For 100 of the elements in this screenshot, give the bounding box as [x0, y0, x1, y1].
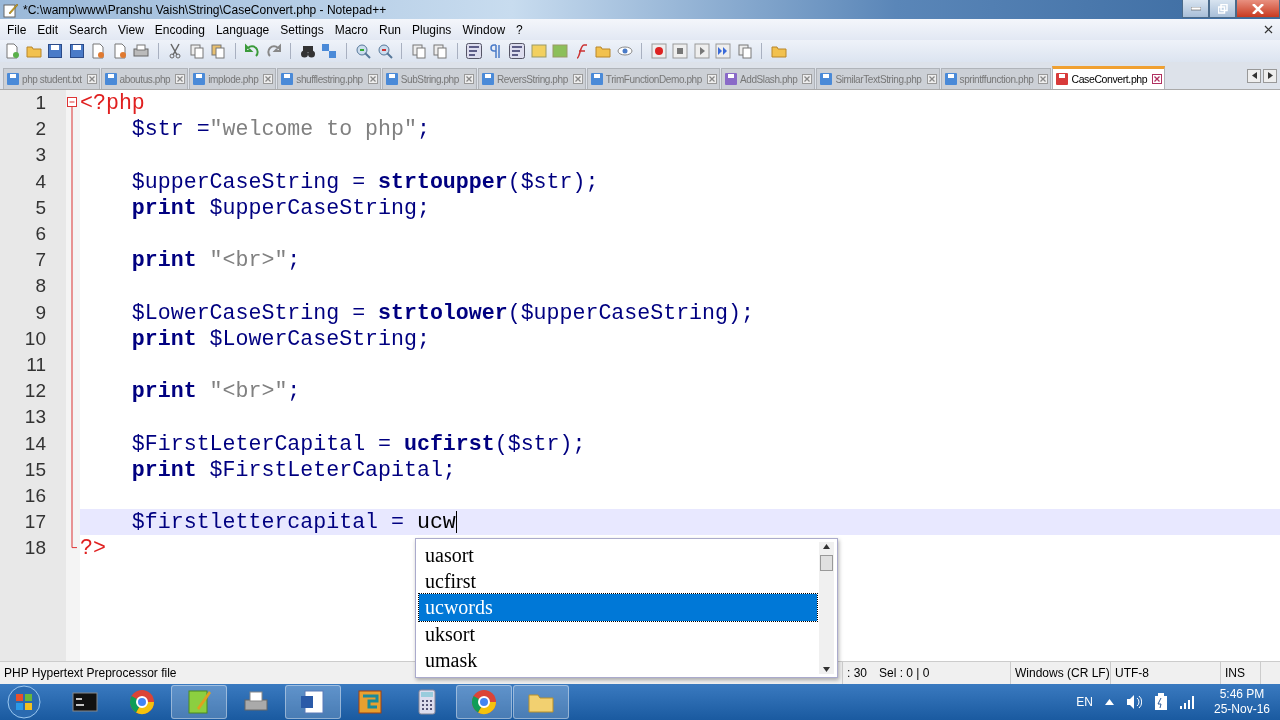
close-icon — [1252, 3, 1264, 14]
speaker-icon[interactable] — [1125, 694, 1142, 710]
close-tab-icon[interactable] — [1152, 74, 1163, 84]
line-number: 12 — [23, 380, 46, 403]
save-icon[interactable] — [47, 43, 63, 59]
line-number: 6 — [34, 223, 46, 246]
close-tab-icon[interactable] — [463, 74, 474, 84]
window-icon[interactable] — [410, 43, 427, 59]
menu-item[interactable]: File — [1, 22, 32, 37]
wrap-icon[interactable] — [466, 43, 482, 59]
scroll-right-button[interactable] — [1263, 68, 1277, 83]
menu-item[interactable]: Encoding — [148, 22, 210, 37]
autocomplete-item[interactable]: ucfirst — [419, 568, 817, 595]
close-tab-icon[interactable] — [926, 74, 937, 84]
printer-icon[interactable] — [133, 43, 149, 59]
close-tab-icon[interactable] — [706, 74, 717, 84]
folder-taskbar-button[interactable] — [513, 685, 569, 719]
browser-taskbar-button[interactable] — [456, 685, 512, 719]
up-arrow-icon[interactable] — [823, 544, 830, 549]
battery-icon[interactable] — [1153, 693, 1168, 711]
save-icon[interactable] — [68, 43, 85, 59]
menu-item[interactable]: Search — [63, 22, 113, 37]
line-number: 17 — [23, 511, 46, 534]
eye-icon[interactable] — [616, 43, 633, 59]
zoom-out-icon[interactable] — [376, 43, 393, 59]
fast-forward-icon[interactable] — [715, 43, 731, 59]
open-folder-icon[interactable] — [25, 43, 42, 59]
window-icon[interactable] — [432, 43, 448, 59]
record-icon[interactable] — [650, 43, 667, 59]
close-tab-icon[interactable] — [367, 74, 378, 84]
redo-icon[interactable] — [265, 43, 282, 59]
folder-icon[interactable] — [595, 43, 611, 59]
down-arrow-icon[interactable] — [823, 667, 830, 672]
show-hidden-icons-icon[interactable] — [1104, 699, 1114, 705]
menu-item[interactable]: Language — [209, 22, 275, 37]
menu-item[interactable]: Plugins — [406, 22, 457, 37]
line-number: 3 — [34, 144, 46, 167]
code-line: $FirstLeterCapital = ucfirst($str); — [130, 431, 586, 456]
code-line: ?> — [80, 536, 106, 561]
menu-item[interactable]: ? — [510, 22, 528, 37]
restore-icon — [1217, 3, 1228, 14]
signal-icon[interactable] — [1179, 695, 1196, 709]
scrollbar-thumb[interactable] — [820, 555, 833, 571]
document-icon[interactable] — [90, 43, 106, 59]
folder-icon[interactable] — [770, 43, 787, 59]
replace-icon[interactable] — [321, 43, 337, 59]
menu-item[interactable]: Edit — [31, 22, 64, 37]
close-tab-icon[interactable] — [86, 74, 97, 84]
code-line: print "<br>"; — [130, 248, 301, 273]
minimize-button[interactable] — [1182, 0, 1209, 18]
browser-icon — [470, 688, 498, 716]
line-number: 11 — [25, 353, 46, 376]
line-number: 9 — [34, 301, 46, 324]
close-tab-icon[interactable] — [802, 74, 813, 84]
window-icon[interactable] — [736, 43, 753, 59]
file-tab[interactable]: CaseConvert.php — [1052, 66, 1166, 89]
notepad-icon — [185, 688, 213, 716]
menu-item[interactable]: Run — [373, 22, 406, 37]
start-button[interactable] — [6, 684, 42, 720]
binoculars-icon[interactable] — [299, 43, 316, 59]
stop-icon[interactable] — [672, 43, 688, 59]
menu-item[interactable]: Settings — [274, 22, 329, 37]
document-icon[interactable] — [111, 43, 128, 59]
clock[interactable]: 5:46 PM 25-Nov-16 — [1213, 687, 1270, 717]
language-indicator[interactable]: EN — [1076, 695, 1093, 709]
selection-info: Sel : 0 | 0 — [879, 666, 930, 680]
close-document-icon[interactable] — [1264, 25, 1273, 34]
close-tab-icon[interactable] — [1038, 74, 1049, 84]
autocomplete-item[interactable]: ucwords — [419, 594, 817, 621]
close-tab-icon[interactable] — [572, 74, 583, 84]
close-tab-icon[interactable] — [263, 74, 274, 84]
indent-icon[interactable] — [509, 43, 525, 59]
scrollbar[interactable] — [819, 542, 834, 674]
play-icon[interactable] — [693, 43, 710, 59]
zoom-in-icon[interactable] — [355, 43, 371, 59]
notepad-icon — [3, 1, 19, 18]
scroll-left-button[interactable] — [1247, 68, 1261, 83]
close-button[interactable] — [1236, 0, 1280, 18]
line-number: 8 — [34, 275, 46, 298]
restore-button[interactable] — [1209, 0, 1236, 18]
copy-icon[interactable] — [188, 43, 205, 59]
line-number: 16 — [23, 484, 46, 507]
scissors-icon[interactable] — [167, 43, 183, 59]
menu-item[interactable]: Window — [456, 22, 511, 37]
new-file-icon[interactable] — [4, 43, 20, 59]
code-line: $firstlettercapital = ucw — [130, 510, 456, 535]
paste-icon[interactable] — [210, 43, 226, 59]
menu-item[interactable]: View — [112, 22, 149, 37]
menu-item[interactable]: Macro — [328, 22, 373, 37]
code-line: print $FirstLeterCapital; — [130, 457, 456, 482]
line-number: 13 — [23, 406, 46, 429]
code-line: <?php — [80, 91, 145, 116]
autocomplete-item[interactable]: uksort — [419, 620, 817, 647]
undo-icon[interactable] — [244, 43, 260, 59]
autocomplete-item[interactable]: uasort — [419, 542, 817, 569]
close-tab-icon[interactable] — [175, 74, 186, 84]
text-cursor — [455, 511, 457, 534]
right-arrow-icon — [1267, 72, 1273, 79]
browser-icon — [128, 688, 156, 716]
word-taskbar-button[interactable] — [285, 685, 341, 719]
